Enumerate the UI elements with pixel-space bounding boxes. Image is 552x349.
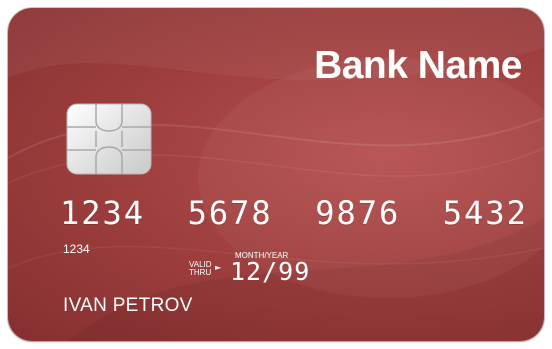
bank-name: Bank Name bbox=[314, 44, 522, 87]
arrow-right-icon: ► bbox=[215, 263, 222, 272]
valid-thru-label: VALID THRU bbox=[189, 261, 212, 277]
page: Bank Name 1234 5678 9876 5432 1234 VALID… bbox=[0, 0, 552, 349]
expiry-date: 12/99 bbox=[230, 257, 311, 286]
card-number: 1234 5678 9876 5432 bbox=[60, 194, 528, 232]
card-number-short: 1234 bbox=[63, 242, 90, 256]
emv-chip-icon bbox=[66, 103, 152, 175]
thru-label: THRU bbox=[189, 268, 212, 277]
credit-card: Bank Name 1234 5678 9876 5432 1234 VALID… bbox=[8, 8, 544, 341]
cardholder-name: IVAN PETROV bbox=[63, 295, 193, 316]
